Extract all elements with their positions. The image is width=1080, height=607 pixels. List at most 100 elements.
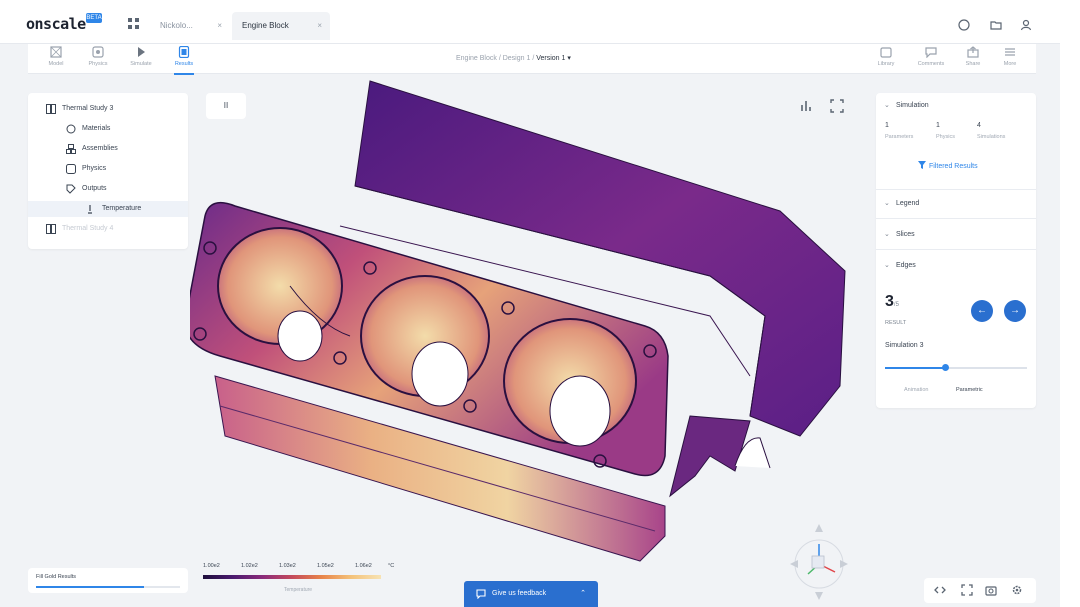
code-icon[interactable] — [934, 584, 946, 596]
physics-icon — [66, 164, 76, 174]
model-icon — [50, 46, 62, 58]
breadcrumb-item[interactable]: Engine Block — [456, 55, 497, 62]
feedback-label: Give us feedback — [492, 590, 547, 597]
filter-icon — [918, 161, 926, 169]
legend-tick: 1.06e2 — [355, 563, 372, 569]
progress-label: Fill Gold Results — [36, 574, 77, 580]
tool-label: Results — [174, 61, 194, 67]
toolbar: Model Physics Simulate Results Engine Bl… — [28, 44, 1036, 75]
chevron-up-icon: ⌃ — [580, 590, 586, 597]
tool-model[interactable]: Model — [36, 46, 76, 67]
view-cube-icon[interactable] — [788, 520, 850, 602]
arrow-right-icon: → — [1010, 305, 1020, 316]
folder-icon[interactable] — [990, 19, 1002, 31]
temperature-icon — [88, 205, 92, 214]
apps-grid-icon[interactable] — [128, 18, 139, 29]
stat-simulations-label: Simulations — [977, 134, 1006, 140]
settings-gear-icon[interactable] — [1011, 584, 1023, 596]
tool-share[interactable]: Share — [953, 46, 993, 67]
section-title: Edges — [895, 262, 916, 269]
breadcrumb-item[interactable]: Design 1 — [503, 55, 531, 62]
tool-simulate[interactable]: Simulate — [121, 46, 161, 67]
tool-label: Library — [877, 61, 895, 67]
legend-caption: Temperature — [284, 587, 313, 593]
progress-bar — [36, 586, 180, 588]
stat-parameters-label: Parameters — [885, 134, 914, 140]
materials-icon — [66, 124, 76, 134]
app-logo[interactable]: onscale — [26, 15, 86, 33]
user-icon[interactable] — [1020, 19, 1032, 31]
stat-simulations-value: 4 — [977, 122, 981, 129]
legend-tick: 1.05e2 — [317, 563, 334, 569]
legend-tick: 1.03e2 — [279, 563, 296, 569]
help-icon[interactable] — [958, 19, 970, 31]
app-window: onscale BETA Nickolo... × Engine Block ×… — [0, 0, 1060, 607]
tool-results[interactable]: Results — [164, 46, 204, 75]
close-icon[interactable]: × — [317, 12, 322, 40]
close-icon[interactable]: × — [217, 12, 222, 40]
library-icon — [880, 47, 892, 58]
tool-more[interactable]: More — [990, 46, 1030, 67]
fit-view-icon[interactable] — [830, 99, 844, 113]
view-controls — [924, 578, 1036, 603]
tab-engine-block[interactable]: Engine Block × — [232, 12, 330, 40]
tree-item-label: Materials — [82, 125, 111, 132]
next-button[interactable]: → — [1004, 300, 1026, 322]
chevron-down-icon[interactable]: ▾ — [567, 55, 571, 62]
tool-label: Model — [48, 61, 64, 67]
tree-item-label: Thermal Study 3 — [62, 105, 114, 112]
results-icon — [178, 46, 190, 58]
result-value: 3 — [885, 293, 894, 310]
slices-section-header[interactable]: ⌄ Slices — [884, 230, 915, 238]
stat-physics-value: 1 — [936, 122, 940, 129]
tool-comments[interactable]: Comments — [911, 46, 951, 67]
simulation-header[interactable]: ⌄ Simulation — [884, 101, 929, 109]
legend-unit: °C — [388, 563, 395, 569]
result-label: RESULT — [885, 320, 907, 326]
results-progress-box: Fill Gold Results — [28, 568, 188, 593]
3d-viewport[interactable] — [190, 76, 870, 606]
chart-icon[interactable] — [800, 99, 814, 113]
legend-gradient-bar — [203, 575, 381, 579]
study-tree-panel: Thermal Study 3 Materials Assemblies Phy… — [28, 93, 188, 249]
tree-item-label: Assemblies — [82, 145, 118, 152]
tool-label: Simulate — [130, 61, 152, 67]
previous-button[interactable]: ← — [971, 300, 993, 322]
result-counter: 3/5 — [885, 293, 899, 311]
active-indicator — [174, 73, 194, 75]
legend-section-header[interactable]: ⌄ Legend — [884, 199, 919, 207]
camera-icon[interactable] — [985, 584, 997, 596]
section-title: Simulation — [895, 102, 929, 109]
result-total: /5 — [893, 302, 899, 308]
tree-item-label: Temperature — [102, 205, 142, 212]
feedback-button[interactable]: Give us feedback ⌃ — [464, 581, 598, 607]
progress-fill — [36, 586, 144, 588]
legend-tick: 1.02e2 — [241, 563, 258, 569]
tool-label: Share — [965, 61, 981, 67]
tool-label: More — [1003, 61, 1017, 67]
more-icon — [1005, 48, 1015, 56]
tool-label: Comments — [917, 61, 945, 67]
tool-library[interactable]: Library — [866, 46, 906, 67]
tab-nickolo[interactable]: Nickolo... × — [150, 12, 230, 40]
tab-label: Engine Block — [242, 21, 289, 30]
color-legend: 1.00e2 1.02e2 1.03e2 1.05e2 1.06e2 °C Te… — [200, 563, 400, 599]
divider — [876, 189, 1036, 190]
simulation-slider[interactable] — [885, 364, 1027, 371]
stat-physics-label: Physics — [936, 134, 955, 140]
tool-physics[interactable]: Physics — [78, 46, 118, 67]
parametric-toggle[interactable]: Parametric — [956, 387, 983, 393]
section-title: Legend — [895, 200, 920, 207]
pause-button[interactable]: II — [206, 93, 246, 119]
legend-tick: 1.00e2 — [203, 563, 220, 569]
animation-toggle[interactable]: Animation — [904, 387, 928, 393]
slider-handle[interactable] — [941, 364, 949, 371]
edges-section-header[interactable]: ⌄ Edges — [884, 261, 916, 269]
expand-icon[interactable] — [961, 584, 973, 596]
breadcrumb-separator: / — [532, 55, 535, 62]
filtered-results-link[interactable]: Filtered Results — [918, 161, 978, 170]
study-icon — [46, 104, 56, 114]
assemblies-icon — [66, 144, 76, 154]
physics-icon — [92, 46, 104, 58]
breadcrumb-current[interactable]: Version 1 — [536, 55, 565, 62]
